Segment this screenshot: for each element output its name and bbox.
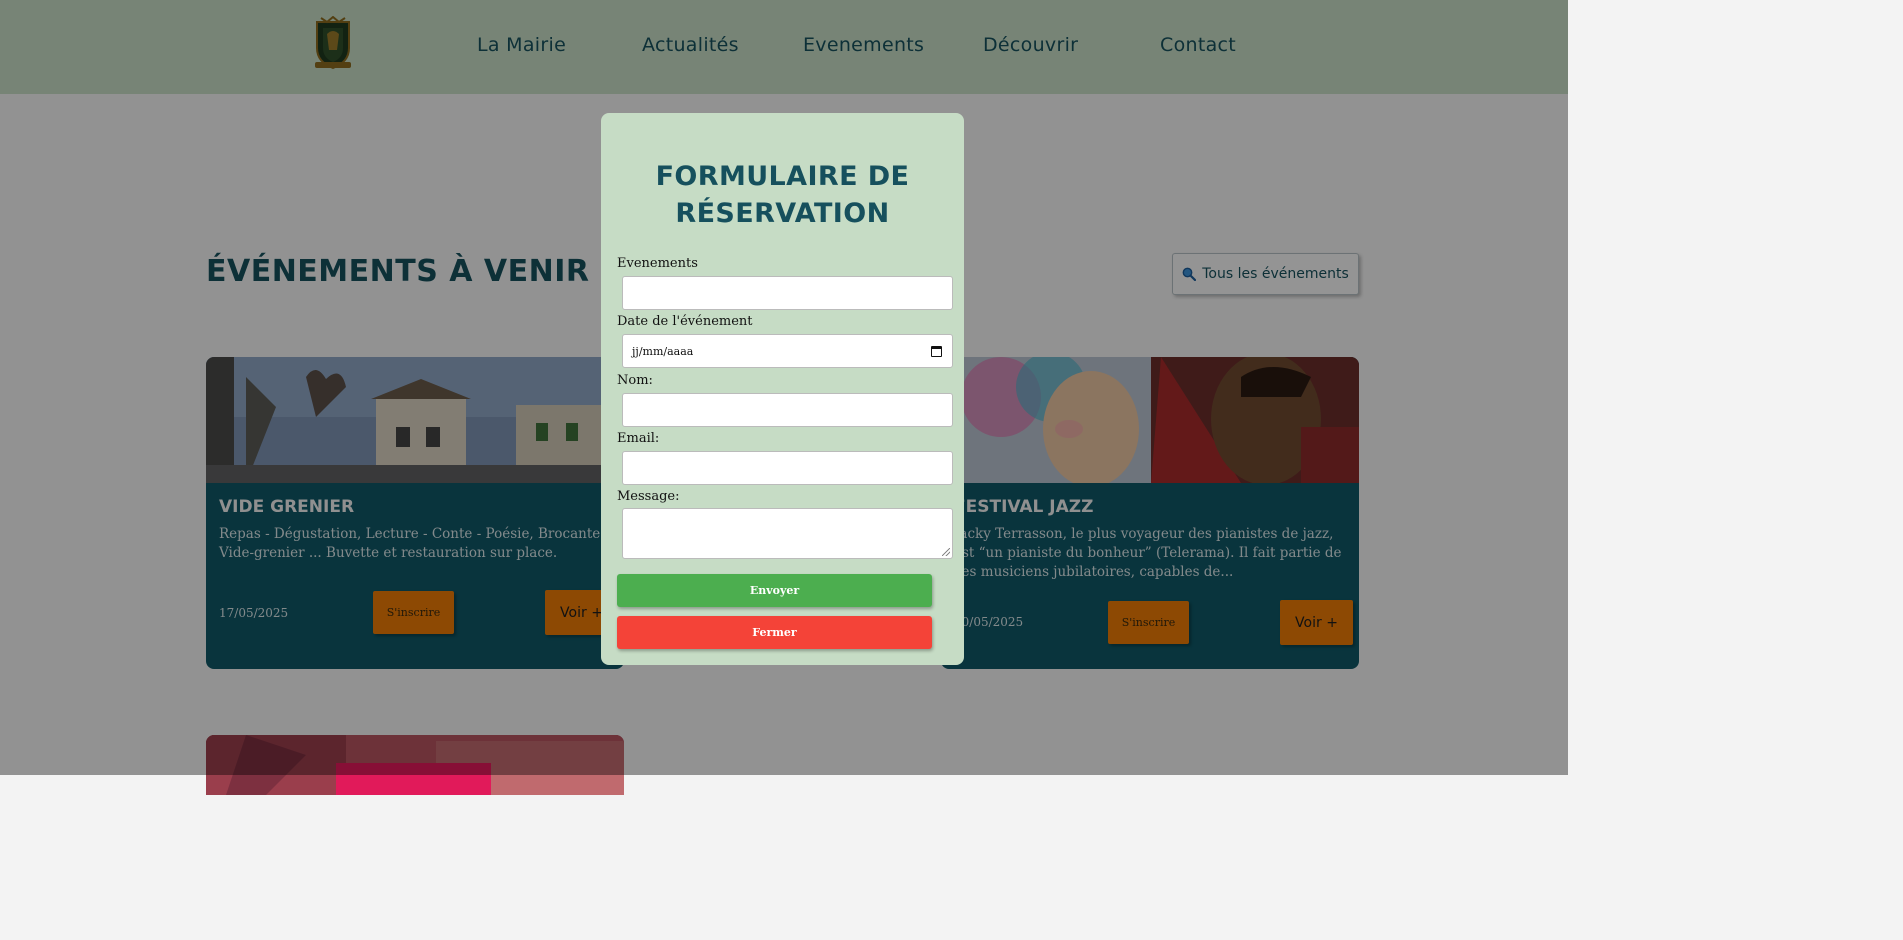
message-field-label: Message:: [617, 489, 680, 504]
calendar-icon[interactable]: [931, 346, 942, 357]
reservation-modal: FORMULAIRE DE RÉSERVATION Evenements Dat…: [601, 113, 964, 665]
close-button[interactable]: Fermer: [617, 616, 932, 649]
modal-title: FORMULAIRE DE RÉSERVATION: [601, 158, 964, 232]
name-field[interactable]: [622, 393, 953, 427]
event-field[interactable]: [622, 276, 953, 310]
resize-handle[interactable]: [942, 548, 950, 556]
message-field[interactable]: [622, 508, 953, 559]
email-field-label: Email:: [617, 431, 660, 446]
send-button[interactable]: Envoyer: [617, 574, 932, 607]
date-field-label: Date de l'événement: [617, 314, 753, 329]
name-field-label: Nom:: [617, 373, 653, 388]
modal-title-line2: RÉSERVATION: [675, 198, 890, 229]
event-field-label: Evenements: [617, 256, 698, 271]
modal-title-line1: FORMULAIRE DE: [655, 161, 910, 192]
date-field[interactable]: jj/mm/aaaa: [622, 334, 953, 368]
email-field[interactable]: [622, 451, 953, 485]
date-placeholder: jj/mm/aaaa: [632, 345, 694, 358]
